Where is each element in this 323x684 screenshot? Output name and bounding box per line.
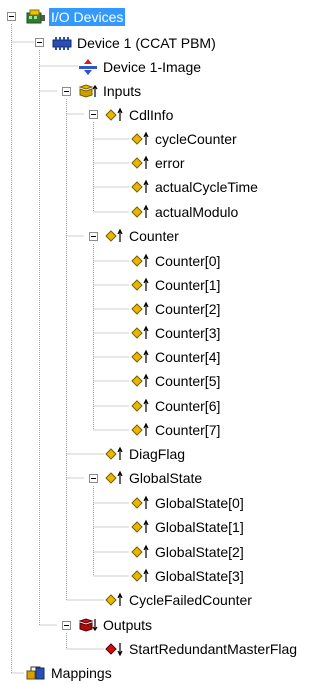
tree-node-counter-6[interactable]: Counter[6]: [130, 395, 222, 417]
inputs-folder-icon: [78, 82, 98, 100]
process-image-icon: [78, 58, 98, 76]
input-variable-icon: [130, 543, 150, 561]
input-variable-icon: [130, 252, 150, 270]
globalstate-1-label: GlobalState[1]: [155, 519, 244, 535]
collapse-outputs-toggle[interactable]: [62, 621, 71, 630]
tree-node-counter-3[interactable]: Counter[3]: [130, 322, 222, 344]
input-array-icon: [104, 469, 124, 487]
input-variable-group-icon: [104, 106, 124, 124]
globalstate-3-label: GlobalState[3]: [155, 568, 244, 584]
counter-1-label: Counter[1]: [155, 277, 221, 293]
cycle-failed-counter-label: CycleFailedCounter: [129, 592, 252, 608]
input-variable-icon: [130, 567, 150, 585]
outputs-folder-icon: [78, 616, 98, 634]
collapse-counter-toggle[interactable]: [89, 232, 98, 241]
counter-6-label: Counter[6]: [155, 398, 221, 414]
tree-node-mappings[interactable]: Mappings: [26, 662, 114, 684]
inputs-label: Inputs: [103, 83, 142, 99]
tree-node-cycle-failed-counter[interactable]: CycleFailedCounter: [104, 589, 254, 611]
tree-node-start-redundant-master-flag[interactable]: StartRedundantMasterFlag: [104, 638, 299, 660]
io-devices-icon: [26, 8, 46, 26]
tree-node-inputs[interactable]: Inputs: [78, 80, 143, 102]
tree-node-error[interactable]: error: [130, 152, 187, 174]
input-variable-icon: [130, 494, 150, 512]
tree-node-outputs[interactable]: Outputs: [78, 614, 154, 636]
input-variable-icon: [104, 445, 124, 463]
input-variable-icon: [130, 324, 150, 342]
input-variable-icon: [130, 203, 150, 221]
diagflag-label: DiagFlag: [129, 446, 186, 462]
input-variable-icon: [130, 154, 150, 172]
collapse-io-devices-toggle[interactable]: [7, 12, 16, 21]
tree-node-actual-cycle-time[interactable]: actualCycleTime: [130, 176, 260, 198]
tree-node-actual-modulo[interactable]: actualModulo: [130, 201, 240, 223]
device1-image-label: Device 1-Image: [103, 59, 202, 75]
collapse-cdlinfo-toggle[interactable]: [89, 110, 98, 119]
mappings-label: Mappings: [51, 665, 112, 681]
tree-node-counter-5[interactable]: Counter[5]: [130, 370, 222, 392]
tree-node-globalstate-1[interactable]: GlobalState[1]: [130, 516, 246, 538]
tree-node-device1-image[interactable]: Device 1-Image: [78, 56, 203, 78]
device1-label: Device 1 (CCAT PBM): [77, 35, 216, 51]
tree-node-counter-1[interactable]: Counter[1]: [130, 274, 222, 296]
tree-node-globalstate-2[interactable]: GlobalState[2]: [130, 541, 246, 563]
counter-4-label: Counter[4]: [155, 349, 221, 365]
tree-node-diagflag[interactable]: DiagFlag: [104, 443, 187, 465]
tree-node-globalstate[interactable]: GlobalState: [104, 467, 204, 489]
tree-node-cdlinfo[interactable]: CdlInfo: [104, 104, 175, 126]
error-label: error: [155, 155, 185, 171]
globalstate-2-label: GlobalState[2]: [155, 544, 244, 560]
mappings-icon: [26, 664, 46, 682]
tree-node-counter-0[interactable]: Counter[0]: [130, 250, 222, 272]
collapse-inputs-toggle[interactable]: [62, 87, 71, 96]
input-variable-icon: [130, 518, 150, 536]
counter-0-label: Counter[0]: [155, 253, 221, 269]
actual-modulo-label: actualModulo: [155, 204, 239, 220]
input-variable-icon: [130, 397, 150, 415]
tree-node-counter[interactable]: Counter: [104, 225, 181, 247]
tree-node-io-devices[interactable]: I/O Devices: [26, 6, 126, 28]
tree-node-counter-7[interactable]: Counter[7]: [130, 419, 222, 441]
io-devices-label: I/O Devices: [49, 8, 126, 26]
cycle-counter-label: cycleCounter: [155, 131, 237, 147]
tree-node-cycle-counter[interactable]: cycleCounter: [130, 128, 239, 150]
globalstate-label: GlobalState: [129, 470, 203, 486]
cdlinfo-label: CdlInfo: [129, 107, 174, 123]
tree-node-globalstate-3[interactable]: GlobalState[3]: [130, 565, 246, 587]
tree-node-device1[interactable]: Device 1 (CCAT PBM): [52, 32, 218, 54]
input-variable-icon: [104, 591, 124, 609]
start-redundant-master-flag-label: StartRedundantMasterFlag: [129, 641, 298, 657]
outputs-label: Outputs: [103, 617, 153, 633]
actual-cycle-time-label: actualCycleTime: [155, 179, 258, 195]
tree-node-counter-2[interactable]: Counter[2]: [130, 298, 222, 320]
counter-5-label: Counter[5]: [155, 373, 221, 389]
input-variable-icon: [130, 130, 150, 148]
counter-label: Counter: [129, 228, 179, 244]
input-variable-icon: [130, 300, 150, 318]
counter-2-label: Counter[2]: [155, 301, 221, 317]
counter-3-label: Counter[3]: [155, 325, 221, 341]
input-variable-icon: [130, 178, 150, 196]
counter-7-label: Counter[7]: [155, 422, 221, 438]
input-variable-icon: [130, 276, 150, 294]
globalstate-0-label: GlobalState[0]: [155, 495, 244, 511]
io-device-tree: I/O Devices Device 1 (CCAT PBM) Device 1…: [0, 0, 323, 683]
input-variable-icon: [130, 372, 150, 390]
tree-node-globalstate-0[interactable]: GlobalState[0]: [130, 492, 246, 514]
tree-node-counter-4[interactable]: Counter[4]: [130, 346, 222, 368]
input-variable-icon: [130, 348, 150, 366]
input-variable-icon: [130, 421, 150, 439]
collapse-device1-toggle[interactable]: [35, 38, 44, 47]
collapse-globalstate-toggle[interactable]: [89, 474, 98, 483]
input-array-icon: [104, 227, 124, 245]
output-variable-icon: [104, 640, 124, 658]
device-ccat-icon: [52, 34, 72, 52]
